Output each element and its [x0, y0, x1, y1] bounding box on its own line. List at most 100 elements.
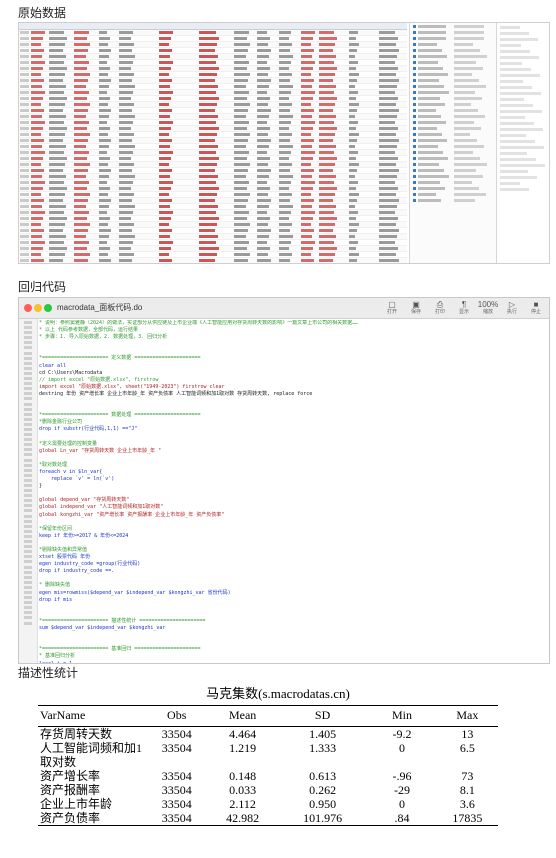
code-area[interactable]: * 说明：参照窦雅静（2024）的做法，实证部分从供应链及上市企业端《人工智能应…: [39, 320, 547, 663]
toolbar-button[interactable]: ⎙ 打印: [431, 300, 449, 318]
grid-cell: [159, 73, 169, 76]
grid-cell: [159, 43, 169, 46]
grid-cell: [379, 151, 395, 154]
grid-cell: [257, 235, 269, 238]
grid-cell: [379, 247, 398, 250]
variable-list-item[interactable]: [412, 114, 494, 119]
grid-cell: [379, 205, 397, 208]
grid-cell: [31, 223, 41, 226]
toolbar-button[interactable]: ▢ 打开: [383, 300, 401, 318]
minimize-window-button[interactable]: [34, 304, 42, 312]
variable-list-item[interactable]: [412, 36, 494, 41]
variable-list-item[interactable]: [412, 168, 494, 173]
grid-cell: [159, 151, 173, 154]
line-number: [24, 417, 32, 421]
line-number: [24, 570, 32, 574]
save-icon: ▣: [412, 300, 420, 309]
variable-list-item[interactable]: [412, 72, 494, 77]
grid-cell: [31, 139, 44, 142]
variable-list-item[interactable]: [412, 60, 494, 65]
variable-list-item[interactable]: [412, 150, 494, 155]
variable-list-item[interactable]: [412, 162, 494, 167]
variable-name: [418, 133, 442, 136]
var-name-cell: 人工智能词频和加1取对数: [40, 741, 143, 769]
toolbar-button[interactable]: ¶ 显示: [455, 300, 473, 318]
grid-cell: [119, 175, 135, 178]
variable-list-item[interactable]: [412, 174, 494, 179]
variable-list-item[interactable]: [412, 30, 494, 35]
variable-list-item[interactable]: [412, 66, 494, 71]
line-number: [24, 468, 32, 472]
grid-cell: [199, 211, 216, 214]
property-line: [500, 56, 539, 59]
grid-cell: [349, 151, 358, 154]
variable-list-item[interactable]: [412, 144, 494, 149]
variable-list-item[interactable]: [412, 78, 494, 83]
grid-cell: [349, 31, 358, 34]
code-line: local i = 1: [39, 661, 547, 664]
properties-panel: [496, 23, 549, 263]
grid-cell: [99, 115, 109, 118]
grid-cell: [199, 205, 218, 208]
line-number: [24, 346, 32, 350]
row-number: [20, 139, 29, 142]
stats-header-row: VarName Obs Mean SD Min Max: [38, 705, 498, 727]
grid-cell: [159, 187, 171, 190]
grid-cell: [119, 31, 133, 34]
variable-list-item[interactable]: [412, 132, 494, 137]
variable-list-item[interactable]: [412, 96, 494, 101]
line-number: [24, 504, 32, 508]
variable-list-item[interactable]: [412, 42, 494, 47]
grid-cell: [319, 193, 335, 196]
variable-list-item[interactable]: [412, 84, 494, 89]
line-number: [24, 473, 32, 477]
grid-cell: [119, 151, 133, 154]
column-header: Mean: [207, 705, 278, 727]
variable-list-item[interactable]: [412, 48, 494, 53]
variable-list-item[interactable]: [412, 108, 494, 113]
grid-cell: [301, 85, 312, 88]
toolbar-button[interactable]: ■ 停止: [527, 300, 545, 318]
toolbar-button[interactable]: 100% 缩放: [478, 300, 498, 318]
code-line: clear all: [39, 362, 67, 369]
grid-cell: [279, 49, 290, 52]
variable-name: [418, 103, 445, 106]
line-number: [24, 519, 32, 523]
grid-cell: [257, 145, 269, 148]
variable-list-item[interactable]: [412, 180, 494, 185]
variable-list-item[interactable]: [412, 54, 494, 59]
code-line: keep if 年份>=2017 & 年份<=2024: [39, 532, 129, 539]
grid-cell: [349, 91, 358, 94]
grid-cell: [349, 79, 357, 82]
variable-list-item[interactable]: [412, 138, 494, 143]
variable-list-item[interactable]: [412, 120, 494, 125]
variable-list-item[interactable]: [412, 198, 494, 203]
grid-cell: [74, 31, 89, 34]
grid-cell: [257, 109, 271, 112]
grid-cell: [74, 55, 86, 58]
grid-cell: [99, 241, 107, 244]
variable-list-item[interactable]: [412, 186, 494, 191]
variable-list-item[interactable]: [412, 24, 494, 29]
grid-cell: [319, 229, 333, 232]
variable-list-item[interactable]: [412, 126, 494, 131]
grid-cell: [257, 139, 271, 142]
grid-cell: [159, 181, 173, 184]
maximize-window-button[interactable]: [44, 304, 52, 312]
editor-body[interactable]: * 说明：参照窦雅静（2024）的做法，实证部分从供应链及上市企业端《人工智能应…: [19, 319, 549, 663]
toolbar-button[interactable]: ▷ 执行: [503, 300, 521, 318]
new-file-icon: ▢: [388, 300, 396, 309]
row-number: [20, 103, 29, 106]
stat-cell: 1.405: [309, 727, 337, 741]
variable-list-item[interactable]: [412, 90, 494, 95]
close-window-button[interactable]: [24, 304, 32, 312]
toolbar-button[interactable]: ▣ 保存: [407, 300, 425, 318]
variable-type-icon: [413, 103, 416, 106]
table-row: 资产增长率 33504 0.148 0.613 -.96 73: [38, 769, 498, 783]
table-row: 资产报酬率 33504 0.033 0.262 -29 8.1: [38, 783, 498, 797]
variable-list-item[interactable]: [412, 192, 494, 197]
grid-cell: [31, 253, 41, 256]
grid-cell: [99, 37, 110, 40]
variable-list-item[interactable]: [412, 156, 494, 161]
variable-list-item[interactable]: [412, 102, 494, 107]
